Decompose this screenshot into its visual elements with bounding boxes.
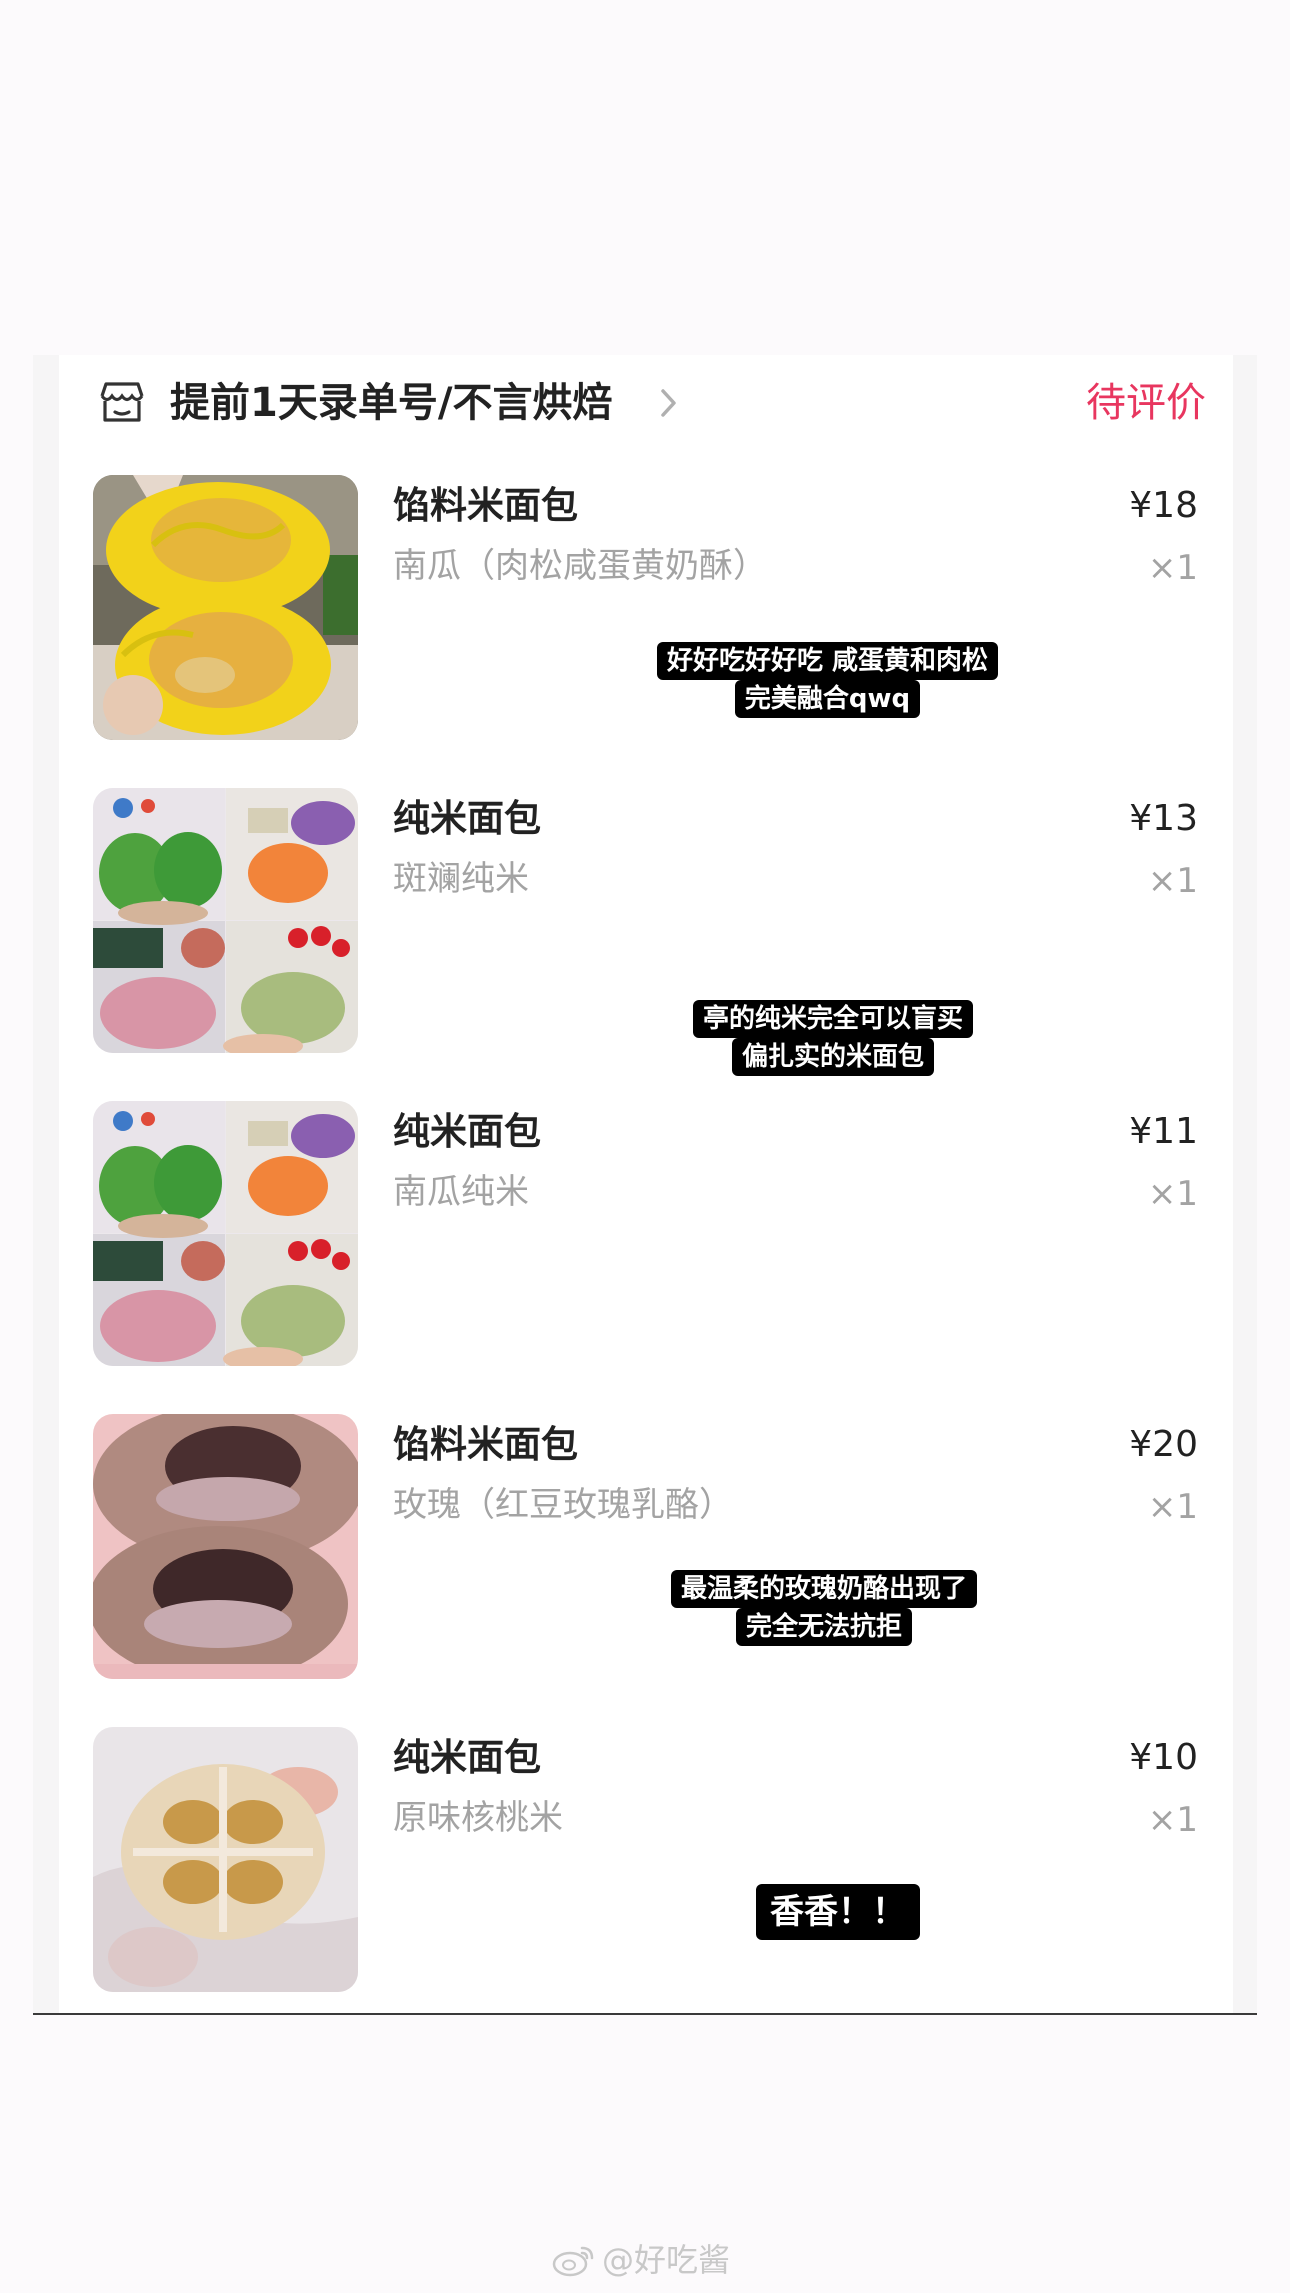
caption-overlay: 亭的纯米完全可以盲买 偏扎实的米面包	[693, 1000, 974, 1076]
item-price: ¥18	[1129, 485, 1198, 526]
caption-overlay: 好好吃好好吃 咸蛋黄和肉松 完美融合qwq	[657, 642, 999, 718]
order-item[interactable]: 纯米面包 原味核桃米 ¥10 ×1	[93, 1727, 1198, 1992]
item-quantity: ×1	[1147, 1487, 1198, 1527]
item-price: ¥11	[1129, 1111, 1198, 1152]
item-title: 馅料米面包	[393, 484, 578, 527]
item-quantity: ×1	[1147, 1800, 1198, 1840]
order-item[interactable]: 馅料米面包 南瓜（肉松咸蛋黄奶酥） ¥18 ×1	[93, 475, 1198, 740]
order-item[interactable]: 纯米面包 南瓜纯米 ¥11 ×1	[93, 1101, 1198, 1366]
caption-line: 完美融合qwq	[734, 680, 921, 718]
watermark-text: @好吃酱	[602, 2241, 731, 2279]
chevron-right-icon[interactable]	[658, 386, 680, 420]
item-title: 馅料米面包	[393, 1423, 578, 1466]
item-title: 纯米面包	[393, 797, 541, 840]
divider	[33, 2013, 1257, 2015]
shop-icon	[100, 382, 144, 422]
order-status: 待评价	[1086, 380, 1206, 426]
order-item[interactable]: 馅料米面包 玫瑰（红豆玫瑰乳酪） ¥20 ×1	[93, 1414, 1198, 1679]
caption-overlay: 最温柔的玫瑰奶酪出现了 完全无法抗拒	[671, 1570, 978, 1646]
item-variant: 南瓜（肉松咸蛋黄奶酥）	[393, 546, 767, 586]
rose-bread-photo[interactable]	[93, 1414, 358, 1679]
item-price: ¥20	[1129, 1424, 1198, 1465]
caption-line: 香香！！	[756, 1884, 920, 1940]
item-variant: 玫瑰（红豆玫瑰乳酪）	[393, 1485, 733, 1525]
rice-bread-collage-photo[interactable]	[93, 788, 358, 1053]
pumpkin-bread-photo[interactable]	[93, 475, 358, 740]
item-quantity: ×1	[1147, 548, 1198, 588]
walnut-bread-photo[interactable]	[93, 1727, 358, 1992]
caption-overlay: 香香！！	[756, 1884, 920, 1940]
item-price: ¥13	[1129, 798, 1198, 839]
item-title: 纯米面包	[393, 1110, 541, 1153]
shop-header[interactable]: 提前1天录单号/不言烘焙 待评价	[96, 368, 1206, 438]
item-quantity: ×1	[1147, 1174, 1198, 1214]
item-variant: 斑斓纯米	[393, 859, 529, 899]
caption-line: 完全无法抗拒	[736, 1608, 913, 1646]
item-title: 纯米面包	[393, 1736, 541, 1779]
caption-line: 偏扎实的米面包	[732, 1038, 935, 1076]
order-item[interactable]: 纯米面包 斑斓纯米 ¥13 ×1	[93, 788, 1198, 1053]
item-quantity: ×1	[1147, 861, 1198, 901]
weibo-icon	[552, 2246, 594, 2277]
item-price: ¥10	[1129, 1737, 1198, 1778]
item-variant: 南瓜纯米	[393, 1172, 529, 1212]
caption-line: 亭的纯米完全可以盲买	[693, 1000, 974, 1038]
caption-line: 好好吃好好吃 咸蛋黄和肉松	[657, 642, 999, 680]
shop-name[interactable]: 提前1天录单号/不言烘焙	[170, 376, 612, 430]
caption-line: 最温柔的玫瑰奶酪出现了	[671, 1570, 978, 1608]
rice-bread-collage-photo[interactable]	[93, 1101, 358, 1366]
item-variant: 原味核桃米	[393, 1798, 563, 1838]
